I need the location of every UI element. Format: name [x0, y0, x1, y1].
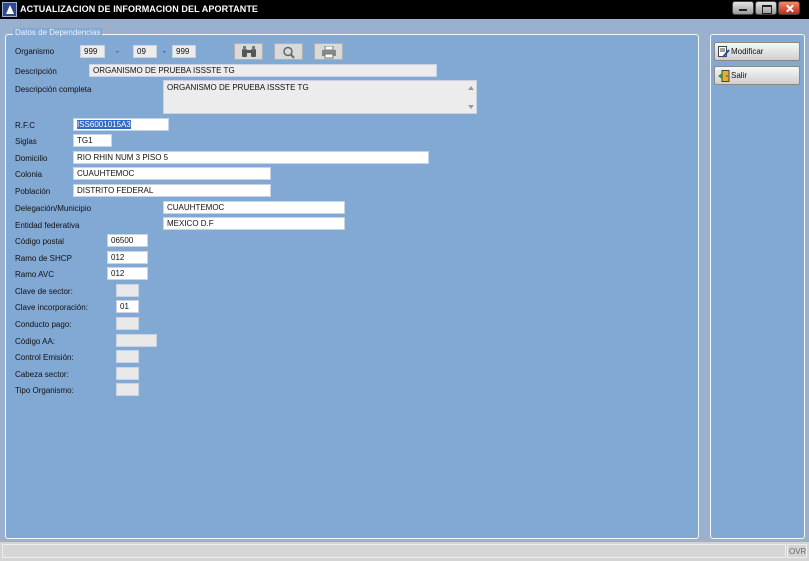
organismo-label: Organismo: [15, 47, 55, 56]
search-button[interactable]: [274, 43, 303, 60]
codigo-postal-field[interactable]: 06500: [107, 234, 148, 247]
conducto-pago-field[interactable]: [116, 317, 139, 330]
ramo-shcp-field[interactable]: 012: [107, 251, 148, 264]
organismo-separator-2: -: [163, 47, 166, 56]
poblacion-field[interactable]: DISTRITO FEDERAL: [73, 184, 271, 197]
conducto-pago-label: Conducto pago:: [15, 320, 72, 329]
actions-panel: [710, 34, 805, 539]
colonia-field[interactable]: CUAUHTEMOC: [73, 167, 271, 180]
siglas-label: Siglas: [15, 137, 37, 146]
salir-label: Salir: [731, 71, 748, 80]
cabeza-sector-label: Cabeza sector:: [15, 370, 69, 379]
modificar-label: Modificar: [731, 47, 764, 56]
clave-incorporacion-label: Clave incorporación:: [15, 303, 88, 312]
rfc-label: R.F.C: [15, 121, 35, 130]
descripcion-label: Descripción: [15, 67, 57, 76]
app-icon: [2, 2, 17, 17]
ramo-avc-field[interactable]: 012: [107, 267, 148, 280]
status-message-pane: [2, 544, 786, 558]
modificar-button[interactable]: Modificar: [714, 42, 800, 61]
poblacion-label: Población: [15, 187, 51, 196]
descripcion-completa-label: Descripción completa: [15, 85, 92, 94]
group-legend: Datos de Dependencias: [13, 28, 103, 37]
clave-incorporacion-field[interactable]: 01: [116, 300, 139, 313]
descripcion-completa-text: ORGANISMO DE PRUEBA ISSSTE TG: [167, 83, 309, 92]
entidad-label: Entidad federativa: [15, 221, 80, 230]
domicilio-label: Domicilio: [15, 154, 48, 163]
organismo-part1-field[interactable]: 999: [80, 45, 105, 58]
minimize-button[interactable]: [732, 1, 754, 15]
tipo-organismo-field[interactable]: [116, 383, 139, 396]
control-emision-label: Control Emisión:: [15, 353, 74, 362]
find-button[interactable]: [234, 43, 263, 60]
window-title: ACTUALIZACION DE INFORMACION DEL APORTAN…: [20, 4, 259, 14]
binoculars-icon: [242, 46, 256, 57]
tipo-organismo-label: Tipo Organismo:: [15, 386, 74, 395]
organismo-part3-field[interactable]: 999: [172, 45, 196, 58]
domicilio-field[interactable]: RIO RHIN NUM 3 PISO 5: [73, 151, 429, 164]
rfc-value: ISS6001015A3: [77, 120, 131, 129]
siglas-field[interactable]: TG1: [73, 134, 112, 147]
clave-sector-label: Clave de sector:: [15, 287, 73, 296]
maximize-button[interactable]: [755, 1, 777, 15]
codigo-postal-label: Código postal: [15, 237, 64, 246]
entidad-field[interactable]: MEXICO D.F: [163, 217, 345, 230]
codigo-aa-label: Código AA:: [15, 337, 56, 346]
magnifier-icon: [283, 46, 295, 59]
cabeza-sector-field[interactable]: [116, 367, 139, 380]
delegacion-label: Delegación/Municipio: [15, 204, 92, 213]
status-bar: OVR: [0, 542, 809, 561]
print-button[interactable]: [314, 43, 343, 60]
ramo-shcp-label: Ramo de SHCP: [15, 254, 72, 263]
clave-sector-field[interactable]: [116, 284, 139, 297]
colonia-label: Colonia: [15, 170, 43, 179]
delegacion-field[interactable]: CUAUHTEMOC: [163, 201, 345, 214]
close-button[interactable]: [778, 1, 800, 15]
rfc-field[interactable]: ISS6001015A3: [73, 118, 169, 131]
scroll-down-icon[interactable]: [468, 105, 474, 109]
salir-button[interactable]: Salir: [714, 66, 800, 85]
organismo-part2-field[interactable]: 09: [133, 45, 157, 58]
title-bar: ACTUALIZACION DE INFORMACION DEL APORTAN…: [0, 0, 809, 19]
exit-door-icon: [718, 70, 730, 82]
scroll-up-icon[interactable]: [468, 86, 474, 90]
ramo-avc-label: Ramo AVC: [15, 270, 54, 279]
edit-document-icon: [718, 46, 730, 58]
organismo-separator-1: -: [116, 47, 119, 56]
codigo-aa-field[interactable]: [116, 334, 157, 347]
descripcion-field[interactable]: ORGANISMO DE PRUEBA ISSSTE TG: [89, 64, 437, 77]
control-emision-field[interactable]: [116, 350, 139, 363]
printer-icon: [322, 46, 336, 59]
descripcion-completa-textarea[interactable]: ORGANISMO DE PRUEBA ISSSTE TG: [163, 80, 477, 114]
overwrite-indicator: OVR: [787, 544, 807, 558]
